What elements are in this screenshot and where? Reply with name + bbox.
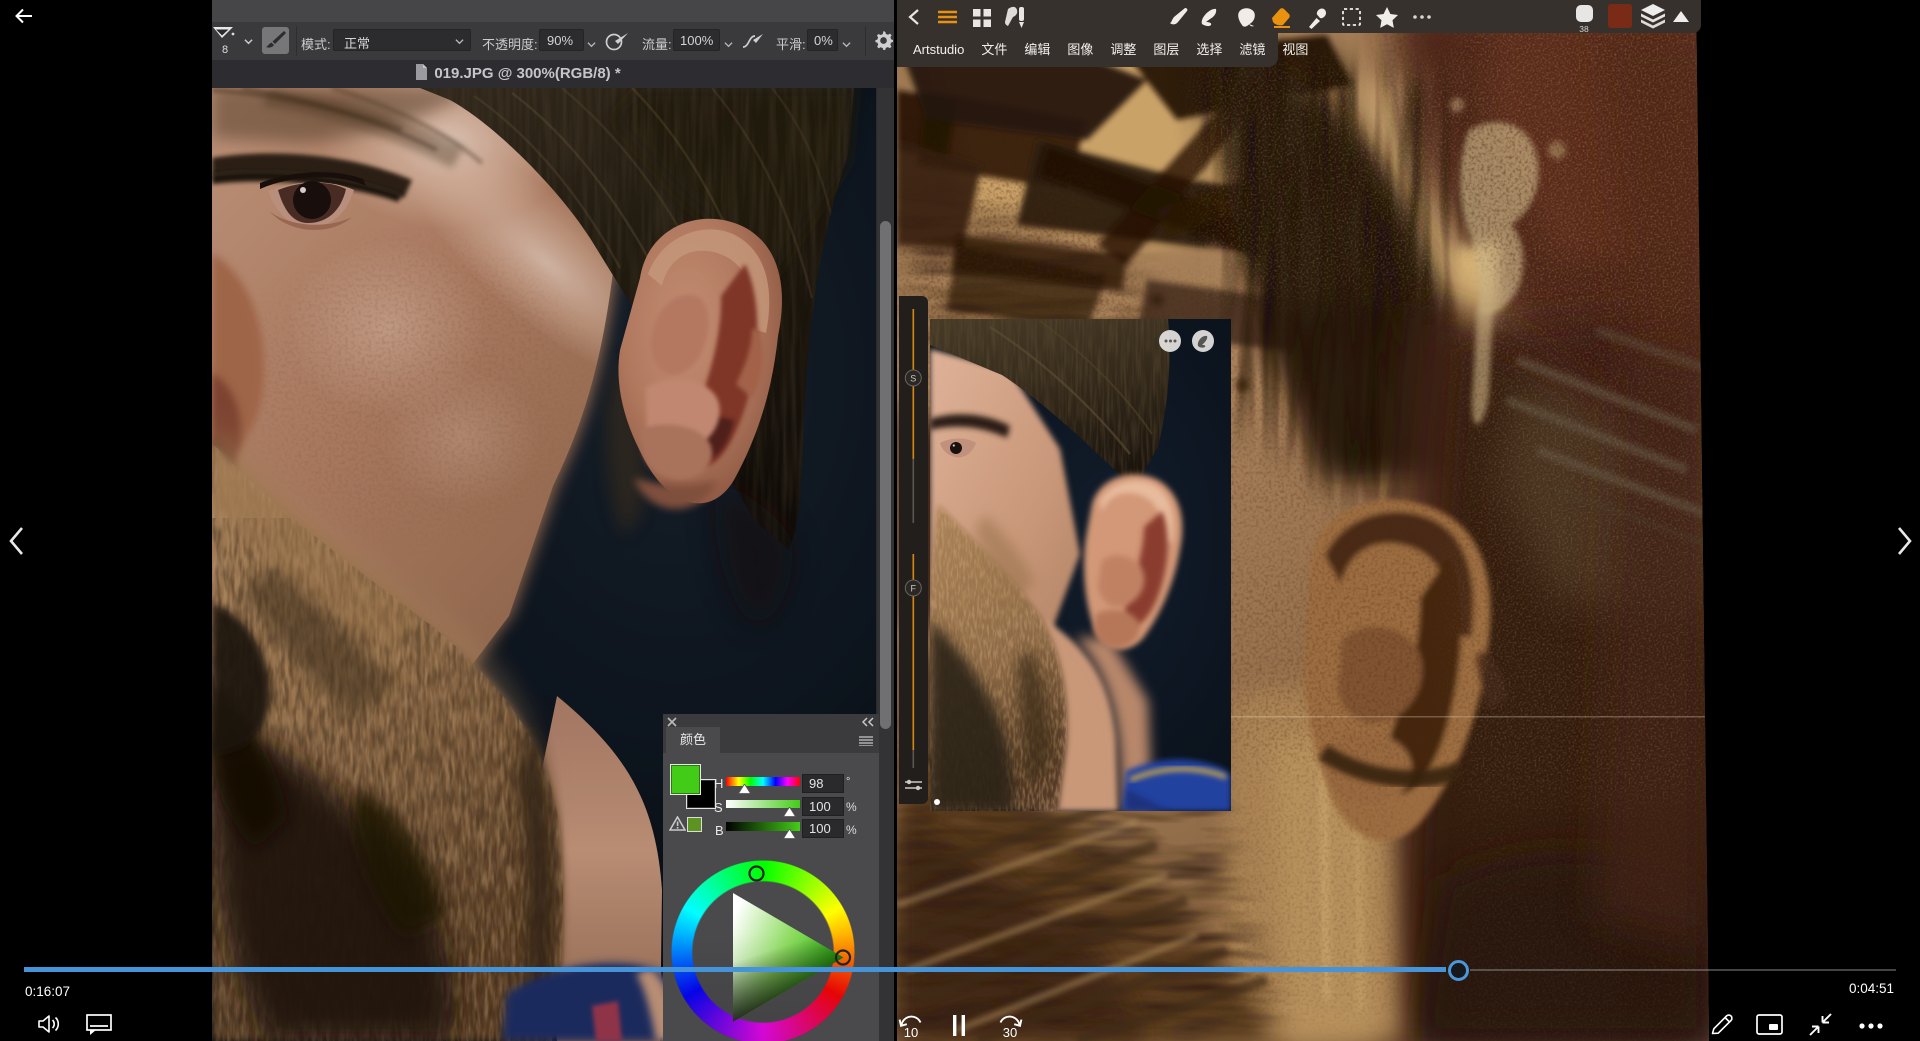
svg-text:8: 8 bbox=[222, 44, 228, 56]
svg-text:F: F bbox=[911, 584, 917, 594]
svg-text:S: S bbox=[910, 374, 916, 384]
svg-text:30: 30 bbox=[1003, 1025, 1017, 1039]
svg-text:10: 10 bbox=[904, 1025, 918, 1039]
svg-text:38: 38 bbox=[1579, 24, 1589, 33]
